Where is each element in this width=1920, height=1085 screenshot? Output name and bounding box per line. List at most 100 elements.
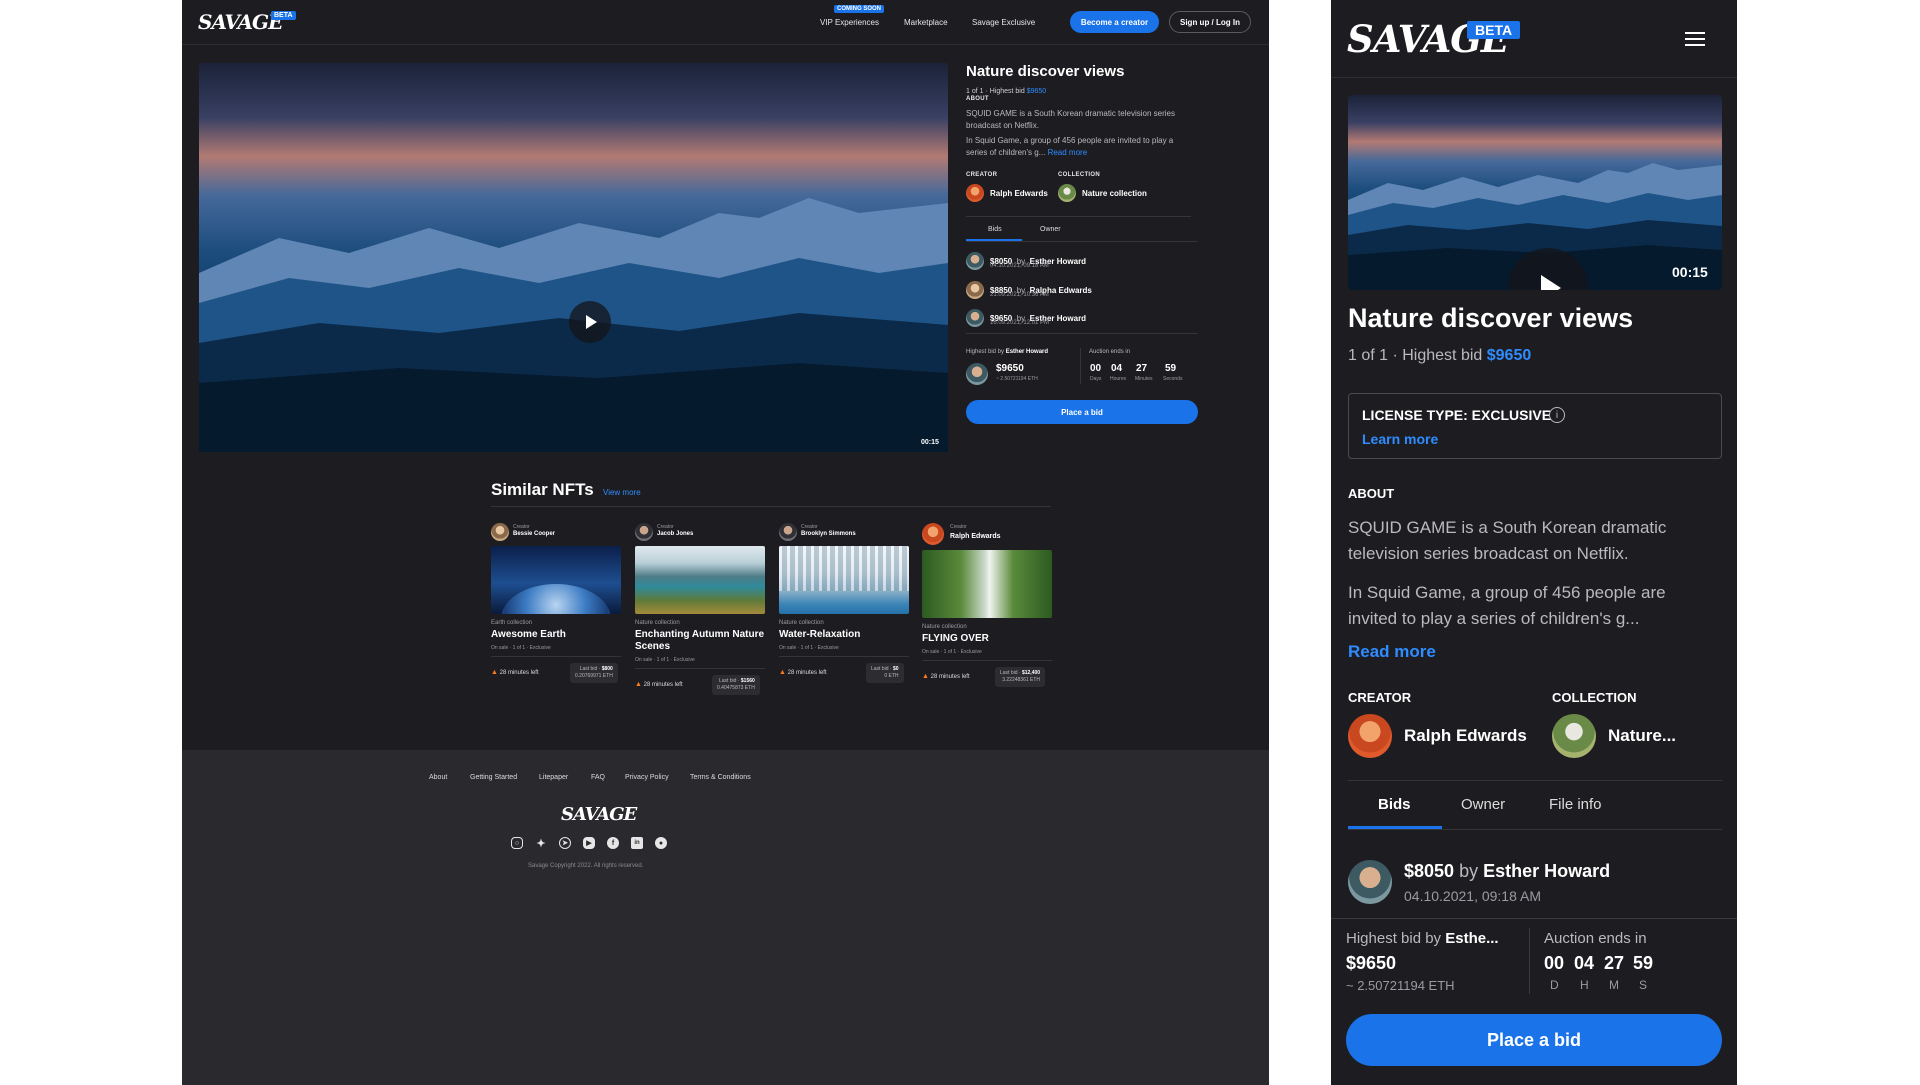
highest-bid-value: $9650	[1486, 347, 1532, 364]
beta-badge: BETA	[1467, 21, 1521, 39]
footer-link-privacy[interactable]: Privacy Policy	[625, 774, 669, 781]
desktop-page: SAVAGE BETA COMING SOON VIP Experiences …	[182, 0, 1269, 1085]
bidder-avatar	[1348, 860, 1392, 904]
fire-icon: ▲	[922, 673, 929, 680]
last-bid-box: Last bid · $0 0 ETH	[866, 663, 904, 683]
card-creator-avatar	[922, 523, 944, 545]
facebook-icon[interactable]: f	[607, 837, 619, 849]
countdown-hours-label: Houres	[1110, 376, 1127, 382]
card-time-left: ▲ 28 minutes left	[779, 669, 827, 676]
footer-link-getting-started[interactable]: Getting Started	[470, 774, 517, 781]
card-time-left: ▲ 28 minutes left	[635, 681, 683, 688]
nft-video[interactable]	[199, 63, 948, 452]
highest-bid-amount: $9650	[996, 363, 1024, 374]
card-creator-name[interactable]: Bessie Cooper	[513, 531, 555, 537]
footer-link-about[interactable]: About	[429, 774, 447, 781]
collection-avatar[interactable]	[1552, 714, 1596, 758]
card-title[interactable]: Awesome Earth	[491, 629, 621, 641]
twitter-icon[interactable]: ✦	[535, 837, 547, 850]
collection-name[interactable]: Nature...	[1608, 726, 1676, 746]
creator-avatar[interactable]	[966, 184, 984, 202]
card-meta: On sale · 1 of 1 · Exclusive	[491, 645, 551, 651]
creator-caption: Creator	[801, 524, 818, 530]
card-title[interactable]: Enchanting Autumn Nature Scenes	[635, 629, 765, 653]
tab-bids[interactable]: Bids	[988, 226, 1002, 233]
footer-logo[interactable]: SAVAGE	[561, 804, 637, 825]
countdown-minutes-label: Minutes	[1135, 376, 1153, 382]
card-time-left: ▲ 28 minutes left	[922, 673, 970, 680]
countdown-days: 00	[1544, 953, 1565, 973]
countdown-days: 00	[1090, 363, 1102, 374]
card-meta: On sale · 1 of 1 · Exclusive	[779, 645, 839, 651]
bidder-avatar	[966, 281, 984, 299]
similar-nfts-title: Similar NFTs	[491, 480, 594, 499]
highest-bid-eth: ~ 2.50721194 ETH	[1346, 978, 1455, 993]
play-button[interactable]	[569, 301, 611, 343]
logo[interactable]: SAVAGE	[198, 10, 283, 34]
about-paragraph-1: SQUID GAME is a South Korean dramatic te…	[1348, 518, 1667, 563]
bidder-avatar	[966, 309, 984, 327]
tab-file-info[interactable]: File info	[1549, 796, 1602, 813]
view-more-link[interactable]: View more	[603, 488, 641, 497]
edition-info: 1 of 1 · Highest bid $9650	[966, 88, 1047, 95]
bid-date: 16.09.2021, 12:01 PM	[990, 320, 1050, 326]
creator-caption: Creator	[657, 524, 674, 530]
discord-icon[interactable]: ●	[655, 837, 667, 849]
card-title[interactable]: FLYING OVER	[922, 633, 1052, 645]
info-icon[interactable]: i	[1549, 407, 1565, 423]
divider	[1331, 77, 1737, 78]
footer: About Getting Started Litepaper FAQ Priv…	[182, 750, 1269, 1085]
creator-name[interactable]: Ralph Edwards	[990, 189, 1048, 198]
learn-more-link[interactable]: Learn more	[1362, 431, 1438, 447]
tab-bids[interactable]: Bids	[1378, 796, 1411, 813]
youtube-icon[interactable]: ▶	[583, 837, 595, 849]
divider	[966, 333, 1198, 334]
nav-savage-exclusive[interactable]: Savage Exclusive	[972, 18, 1035, 27]
countdown-hours-label: H	[1580, 978, 1589, 992]
auction-ends-label: Auction ends in	[1089, 349, 1131, 355]
creator-label: CREATOR	[1348, 690, 1412, 705]
collection-avatar[interactable]	[1058, 184, 1076, 202]
card-meta: On sale · 1 of 1 · Exclusive	[635, 657, 695, 663]
footer-link-litepaper[interactable]: Litepaper	[539, 774, 568, 781]
tab-owner[interactable]: Owner	[1461, 796, 1505, 813]
card-thumbnail-lake[interactable]	[635, 546, 765, 614]
card-thumbnail-earth[interactable]	[491, 546, 621, 614]
collection-label: COLLECTION	[1552, 690, 1637, 705]
nft-video[interactable]	[1348, 95, 1722, 290]
read-more-link[interactable]: Read more	[1348, 642, 1436, 662]
card-creator-avatar	[491, 523, 509, 541]
instagram-icon[interactable]: ○	[511, 837, 523, 849]
divider	[966, 241, 1198, 242]
card-title[interactable]: Water-Relaxation	[779, 629, 909, 641]
card-thumbnail-waterfall[interactable]	[922, 550, 1052, 618]
highest-bid-by: Highest bid by Esthe...	[1346, 930, 1499, 947]
card-creator-name[interactable]: Ralph Edwards	[950, 533, 1001, 540]
divider	[922, 660, 1052, 661]
telegram-icon[interactable]: ➤	[559, 837, 571, 849]
countdown-minutes: 27	[1136, 363, 1148, 374]
signup-login-button[interactable]: Sign up / Log In	[1169, 11, 1251, 33]
bid-row: $8050 by Esther Howard	[1404, 861, 1611, 881]
divider	[491, 506, 1051, 507]
place-bid-button[interactable]: Place a bid	[1346, 1014, 1722, 1066]
bid-date: 21.09.2021, 10:36 AM	[990, 292, 1049, 298]
footer-link-faq[interactable]: FAQ	[591, 774, 605, 781]
read-more-link[interactable]: Read more	[1048, 148, 1088, 157]
card-creator-name[interactable]: Jacob Jones	[657, 531, 693, 537]
card-collection: Nature collection	[779, 620, 824, 626]
about-label: ABOUT	[1348, 486, 1395, 501]
creator-name[interactable]: Ralph Edwards	[1404, 726, 1527, 746]
card-thumbnail-ice[interactable]	[779, 546, 909, 614]
creator-avatar[interactable]	[1348, 714, 1392, 758]
place-bid-button[interactable]: Place a bid	[966, 400, 1198, 424]
linkedin-icon[interactable]: in	[631, 837, 643, 849]
nav-vip-experiences[interactable]: VIP Experiences	[820, 18, 879, 27]
become-creator-button[interactable]: Become a creator	[1070, 11, 1159, 33]
tab-owner[interactable]: Owner	[1040, 226, 1061, 233]
hamburger-menu-icon[interactable]	[1685, 32, 1705, 46]
collection-name[interactable]: Nature collection	[1082, 189, 1147, 198]
card-creator-name[interactable]: Brooklyn Simmons	[801, 531, 856, 537]
nav-marketplace[interactable]: Marketplace	[904, 18, 948, 27]
footer-link-terms[interactable]: Terms & Conditions	[690, 774, 751, 781]
